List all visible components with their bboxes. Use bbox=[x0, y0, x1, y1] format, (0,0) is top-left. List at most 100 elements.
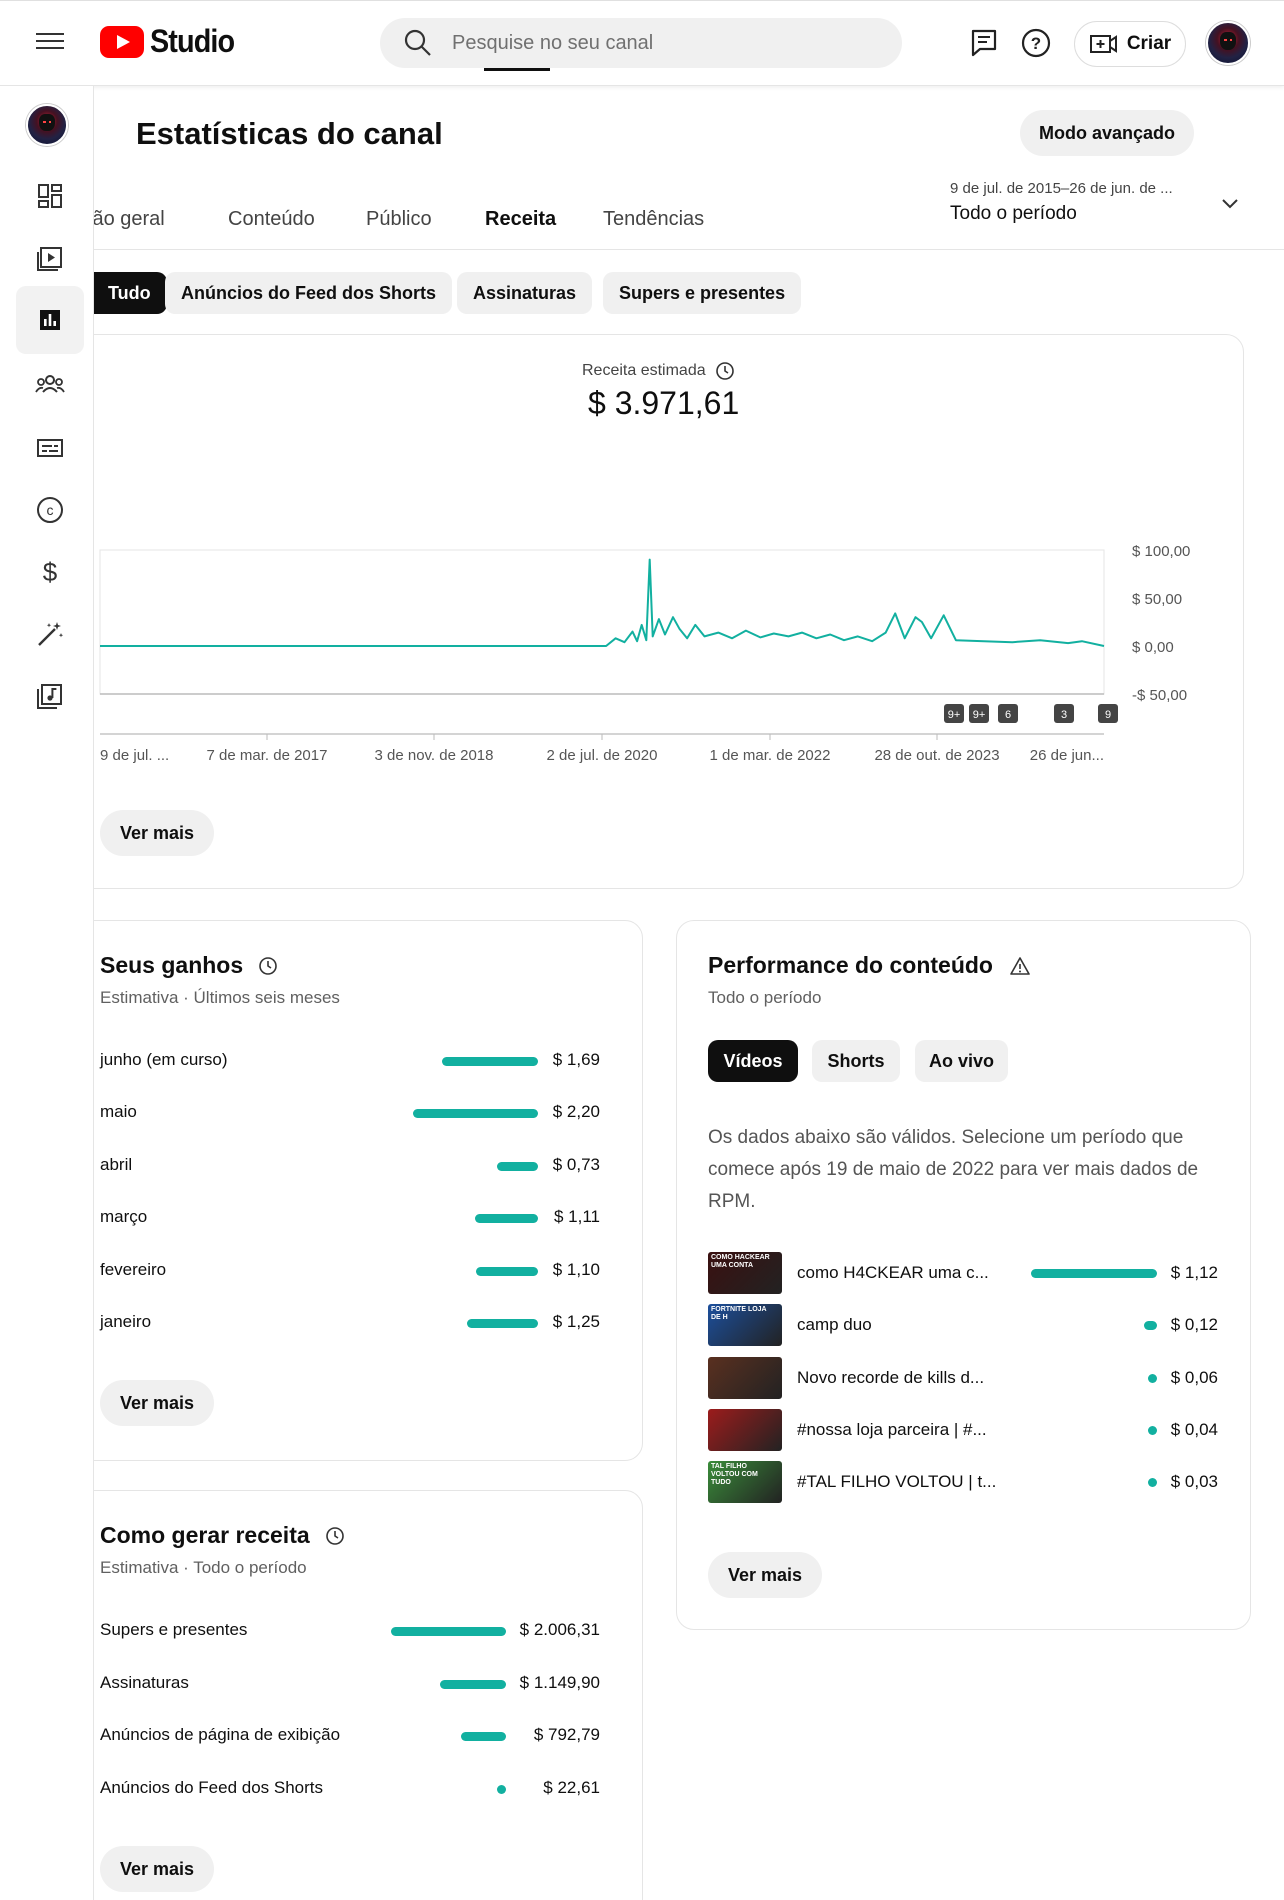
video-thumbnail[interactable]: FORTNITE LOJA DE H bbox=[708, 1304, 782, 1346]
earnings-more-button[interactable]: Ver mais bbox=[100, 1380, 215, 1426]
annotation-badge-label: 3 bbox=[1061, 709, 1067, 721]
rail-item-audience[interactable] bbox=[16, 350, 84, 418]
create-button[interactable]: Criar bbox=[1074, 21, 1186, 67]
subtitles-icon bbox=[37, 439, 63, 457]
list-item-value: $ 1,25 bbox=[552, 1312, 600, 1331]
annotation-badge-label: 9 bbox=[1105, 709, 1111, 721]
rail-item-analytics[interactable] bbox=[16, 286, 84, 354]
sources-card-clip bbox=[94, 1490, 644, 1900]
list-item-value: $ 22,61 bbox=[543, 1778, 600, 1797]
left-rail: c $ bbox=[0, 86, 94, 1900]
period-range[interactable]: 9 de jul. de 2015–26 de jun. de ... bbox=[950, 180, 1173, 197]
rail-item-audio-library[interactable] bbox=[16, 662, 84, 730]
video-thumbnail[interactable] bbox=[708, 1409, 782, 1451]
account-avatar[interactable] bbox=[1206, 21, 1250, 65]
svg-text:$: $ bbox=[43, 557, 58, 587]
video-title[interactable]: Novo recorde de kills d... bbox=[797, 1368, 984, 1388]
plot-area bbox=[99, 549, 1105, 695]
segment-videos[interactable]: Vídeos bbox=[708, 1040, 798, 1082]
thumbnail-text: TAL FILHO VOLTOU COM TUDO bbox=[711, 1463, 758, 1486]
help-icon[interactable]: ? bbox=[1018, 25, 1054, 61]
top-bar: Studio ? Criar bbox=[0, 0, 1284, 86]
video-title[interactable]: camp duo bbox=[797, 1315, 872, 1335]
x-tick-label: 28 de out. de 2023 bbox=[874, 747, 999, 764]
revenue-filter-chips: Tudo Anúncios do Feed dos Shorts Assinat… bbox=[94, 272, 1194, 316]
sources-card bbox=[94, 1490, 643, 1900]
video-thumbnail[interactable]: COMO HACKEAR UMA CONTA bbox=[708, 1252, 782, 1294]
svg-text:?: ? bbox=[1031, 34, 1041, 53]
menu-icon[interactable] bbox=[32, 29, 68, 57]
segment-live[interactable]: Ao vivo bbox=[915, 1040, 1008, 1082]
video-thumbnail[interactable] bbox=[708, 1357, 782, 1399]
source-bar bbox=[440, 1679, 506, 1689]
thumbnail-text: COMO HACKEAR UMA CONTA bbox=[711, 1254, 770, 1269]
y-tick-label: -$ 50,00 bbox=[1132, 687, 1187, 704]
list-item-value: $ 2,20 bbox=[552, 1102, 600, 1121]
revenue-line[interactable] bbox=[100, 558, 1105, 647]
list-item-label: junho (em curso) bbox=[100, 1050, 228, 1069]
x-tick-label: 7 de mar. de 2017 bbox=[207, 747, 328, 764]
video-thumbnail[interactable]: TAL FILHO VOLTOU COM TUDO bbox=[708, 1461, 782, 1503]
video-value: $ 1,12 bbox=[1170, 1263, 1218, 1282]
video-title[interactable]: #TAL FILHO VOLTOU | t... bbox=[797, 1472, 996, 1492]
youtube-logo-icon bbox=[100, 25, 144, 58]
rail-item-monetization[interactable]: $ bbox=[16, 538, 84, 606]
feedback-icon[interactable] bbox=[966, 25, 1002, 61]
chip-memberships[interactable]: Assinaturas bbox=[457, 272, 593, 314]
segment-shorts[interactable]: Shorts bbox=[812, 1040, 900, 1082]
svg-text:c: c bbox=[47, 502, 54, 518]
audience-icon bbox=[35, 375, 65, 393]
studio-logo[interactable]: Studio bbox=[100, 23, 244, 60]
list-item-label: Assinaturas bbox=[100, 1673, 189, 1692]
annotation-badge[interactable]: 9+ bbox=[969, 704, 989, 723]
video-title[interactable]: como H4CKEAR uma c... bbox=[797, 1263, 989, 1283]
tab-revenue[interactable]: Receita bbox=[485, 208, 556, 231]
advanced-mode-button[interactable]: Modo avançado bbox=[1020, 110, 1194, 156]
list-item-value: $ 0,73 bbox=[552, 1155, 600, 1174]
clock-icon bbox=[259, 956, 277, 975]
annotation-badge[interactable]: 3 bbox=[1054, 704, 1074, 723]
chevron-down-icon[interactable] bbox=[1218, 192, 1242, 216]
x-tick-label: 26 de jun... bbox=[1030, 747, 1104, 764]
rail-item-copyright[interactable]: c bbox=[16, 476, 84, 544]
list-item-label: fevereiro bbox=[100, 1260, 167, 1279]
video-value: $ 0,06 bbox=[1170, 1368, 1218, 1387]
video-rpm-bar bbox=[1031, 1268, 1157, 1278]
x-tick-label: 3 de nov. de 2018 bbox=[375, 747, 494, 764]
copyright-icon: c bbox=[37, 497, 63, 523]
list-item-label: março bbox=[100, 1207, 148, 1226]
performance-subtitle: Todo o período bbox=[708, 988, 822, 1007]
video-title[interactable]: #nossa loja parceira | #... bbox=[797, 1420, 987, 1440]
revenue-chart[interactable]: $ 100,00 $ 50,00 $ 0,00 -$ 50,00 9+ 9+ 6 3 9 9 de… bbox=[94, 520, 1234, 770]
revenue-more-button[interactable]: Ver mais bbox=[100, 810, 215, 856]
chip-shorts-feed-ads[interactable]: Anúncios do Feed dos Shorts bbox=[165, 272, 453, 314]
tab-trends[interactable]: Tendências bbox=[603, 208, 704, 231]
annotation-badge[interactable]: 9+ bbox=[944, 704, 964, 723]
chip-supers[interactable]: Supers e presentes bbox=[603, 272, 802, 314]
rail-item-dashboard[interactable] bbox=[16, 162, 84, 230]
tab-content[interactable]: Conteúdo bbox=[228, 208, 315, 231]
annotation-badge[interactable]: 9 bbox=[1098, 704, 1118, 723]
rail-item-subtitles[interactable] bbox=[16, 414, 84, 482]
earnings-subtitle: Estimativa · Últimos seis meses bbox=[100, 988, 340, 1007]
search-input[interactable] bbox=[452, 31, 872, 55]
chip-all[interactable]: Tudo bbox=[94, 272, 167, 314]
rail-item-customization[interactable] bbox=[16, 600, 84, 668]
analytics-icon bbox=[40, 310, 60, 330]
list-item-value: $ 1.149,90 bbox=[519, 1673, 600, 1692]
clock-icon bbox=[715, 362, 734, 380]
sources-more-button[interactable]: Ver mais bbox=[100, 1846, 215, 1892]
channel-avatar[interactable] bbox=[26, 104, 68, 146]
x-tick-label: 2 de jul. de 2020 bbox=[547, 747, 658, 764]
audio-library-icon bbox=[37, 684, 62, 709]
search-bar[interactable] bbox=[380, 18, 902, 68]
rail-item-content[interactable] bbox=[16, 224, 84, 292]
list-item-label: janeiro bbox=[100, 1312, 152, 1331]
estimated-revenue-label: Receita estimada bbox=[582, 360, 736, 382]
tab-audience[interactable]: Público bbox=[366, 208, 432, 231]
performance-more-button[interactable]: Ver mais bbox=[708, 1552, 823, 1598]
list-item-value: $ 1,69 bbox=[552, 1050, 600, 1069]
annotation-badge[interactable]: 6 bbox=[998, 704, 1018, 723]
period-selector[interactable]: Todo o período bbox=[950, 203, 1077, 225]
tab-overview[interactable]: isão geral bbox=[94, 208, 165, 231]
